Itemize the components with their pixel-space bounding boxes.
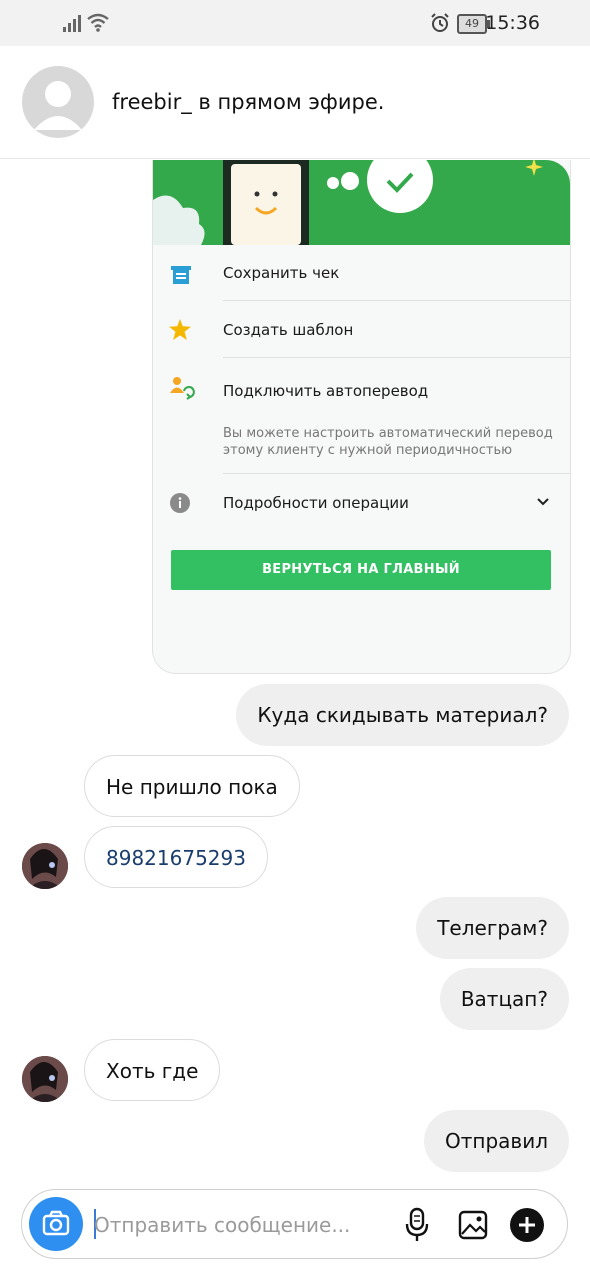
message-incoming[interactable]: Хоть где (84, 1039, 221, 1101)
operation-details-option[interactable]: Подробности операции (223, 494, 409, 512)
status-bar: 49 15:36 (0, 0, 590, 46)
profile-avatar[interactable] (22, 66, 94, 138)
sender-avatar[interactable] (22, 843, 68, 889)
header-title[interactable]: freebir_ в прямом эфире. (112, 90, 384, 114)
message-outgoing[interactable]: Телеграм? (416, 897, 569, 959)
divider (223, 357, 570, 358)
autotransfer-option[interactable]: Подключить автоперевод (223, 382, 428, 400)
shared-image-card[interactable]: Сохранить чек Создать шаблон Подключить … (152, 160, 571, 674)
plus-icon[interactable] (510, 1208, 544, 1242)
divider (223, 473, 570, 474)
phone-link[interactable]: 89821675293 (106, 846, 246, 870)
signal-icon (63, 15, 81, 32)
back-to-main-button[interactable]: ВЕРНУТЬСЯ НА ГЛАВНЫЙ (171, 550, 551, 590)
message-outgoing[interactable]: Отправил (424, 1110, 569, 1172)
sender-avatar[interactable] (22, 1056, 68, 1102)
message-input[interactable]: Отправить сообщение... (94, 1213, 350, 1237)
receipt-icon (171, 266, 191, 284)
divider (223, 300, 570, 301)
username: freebir_ (112, 90, 192, 114)
alarm-icon (431, 13, 449, 32)
autotransfer-icon (170, 377, 195, 400)
gallery-icon[interactable] (458, 1210, 488, 1240)
message-outgoing[interactable]: Куда скидывать материал? (236, 684, 569, 746)
message-incoming[interactable]: Не пришло пока (84, 755, 300, 817)
receipt-banner (153, 160, 570, 245)
message-outgoing[interactable]: Ватцап? (439, 968, 569, 1030)
sender-photo (22, 1056, 68, 1102)
sender-photo (22, 843, 68, 889)
wifi-icon (87, 13, 109, 32)
chat-header: freebir_ в прямом эфире. (0, 46, 590, 159)
save-receipt-option[interactable]: Сохранить чек (223, 264, 339, 282)
live-status: в прямом эфире. (198, 90, 385, 114)
chevron-down-icon[interactable] (536, 497, 550, 507)
message-incoming-phone[interactable]: 89821675293 (84, 826, 268, 888)
autotransfer-note: Вы можете настроить автоматический перев… (223, 426, 553, 458)
star-icon (169, 319, 191, 340)
receipt-illustration (153, 160, 543, 245)
message-composer: Отправить сообщение... (21, 1189, 568, 1259)
battery-icon: 49 (457, 14, 490, 34)
camera-button[interactable] (29, 1197, 83, 1251)
microphone-icon[interactable] (405, 1207, 429, 1243)
status-time: 15:36 (485, 12, 540, 34)
camera-icon (42, 1210, 70, 1236)
info-icon (170, 493, 190, 513)
user-icon (34, 81, 82, 130)
create-template-option[interactable]: Создать шаблон (223, 321, 353, 339)
